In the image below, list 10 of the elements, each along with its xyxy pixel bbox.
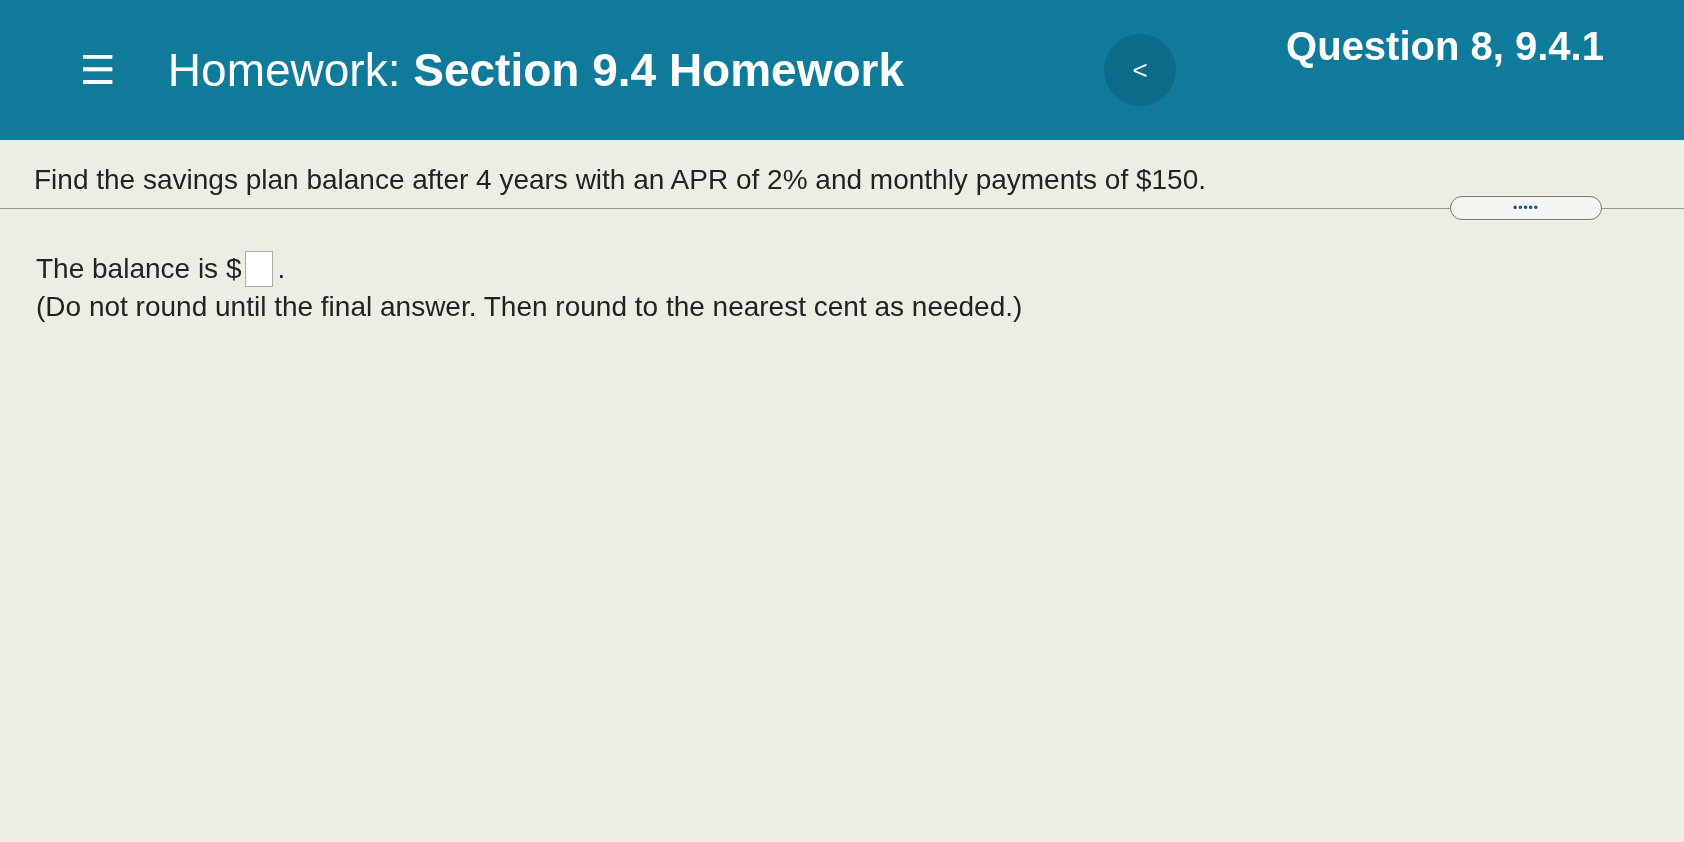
question-text: Find the savings plan balance after 4 years with an APR of 2% and monthly payments of $150. xyxy=(34,164,1208,196)
period-text: . xyxy=(277,253,286,285)
answer-label: The balance is $ xyxy=(36,253,242,285)
instruction-text: (Do not round until the final answer. Then round to the nearest cent as needed.) xyxy=(36,291,1024,323)
more-button[interactable]: ••••• xyxy=(1450,196,1602,220)
answer-box[interactable] xyxy=(245,251,274,287)
page-title: Homework: Section 9.4 Homework xyxy=(167,43,905,97)
menu-button[interactable]: ☰ xyxy=(80,47,116,93)
back-button[interactable]: < xyxy=(1104,34,1177,106)
question-label: Question 8, 9.4.1 xyxy=(1286,24,1604,69)
